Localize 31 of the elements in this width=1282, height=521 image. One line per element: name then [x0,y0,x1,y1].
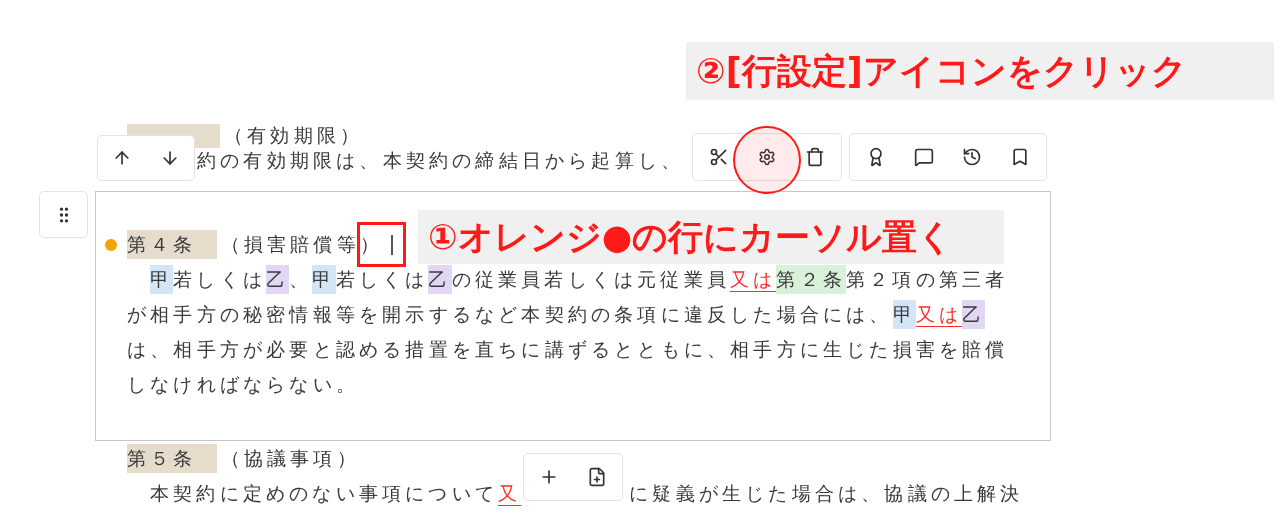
body-text: しなければならない。 [127,372,359,398]
body-text: が相手方の秘密情報等を開示するなど本契約の条項に違反した場合には、 [127,302,893,328]
body-text: 約の有効期限は、本契約の締結日から起算し、 [197,148,685,174]
party-term: 甲 [150,265,174,294]
article-heading: 第４条 [127,230,217,259]
party-term: 甲 [892,300,916,329]
body-text: 本契約に定めのない事項について [150,481,498,507]
article-heading: 第５条 [127,444,217,473]
drag-handle[interactable] [39,191,88,238]
reference-term: 第２条 [776,265,847,294]
body-text: 若しくは [335,267,429,293]
party-term: 乙 [266,265,290,294]
article-title: （有効期限） [224,123,364,149]
callout-banner: ①オレンジ●の行にカーソル置く [418,210,1004,264]
body-text: に疑義が生じた場合は、協議の上解決 [629,481,1024,507]
body-text: 若しくは [173,267,266,293]
body-text: は、相手方が必要と認める措置を直ちに講ずるとともに、相手方に生じた損害を賠償 [127,337,1009,363]
body-text: 、 [289,267,313,293]
body-text: の従業員若しくは元従業員 [451,267,731,293]
article-title: （損害賠償等） [220,232,383,258]
highlight-frame [357,222,406,267]
conjunction-term: 又は [915,302,963,328]
text-cursor [391,234,393,255]
party-term: 甲 [312,265,336,294]
body-text: 第２項の第三者 [846,267,1009,293]
conjunction-term: 又 [498,481,522,507]
party-term: 乙 [428,265,452,294]
party-term: 乙 [962,300,986,329]
callout-banner: ②[行設定]アイコンをクリック [686,42,1274,100]
article-title: （協議事項） [220,446,360,472]
conjunction-term: 又は [730,267,777,293]
